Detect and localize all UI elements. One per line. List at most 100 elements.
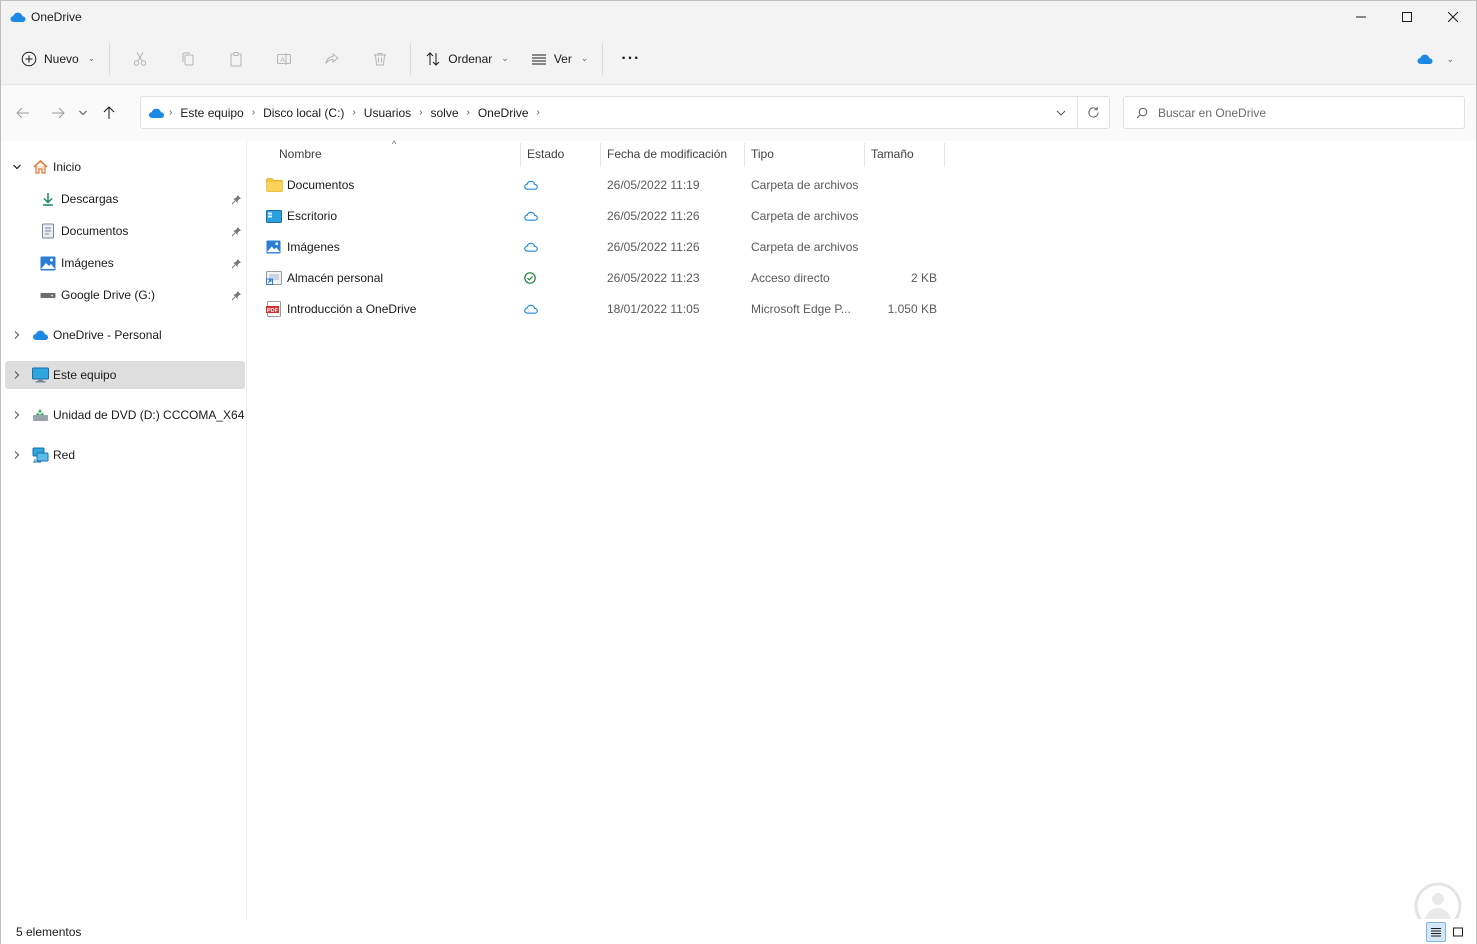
cloud-status-icon	[524, 201, 538, 231]
desktop-folder-icon	[266, 209, 284, 223]
address-history-button[interactable]	[1045, 97, 1077, 128]
file-modified: 26/05/2022 11:26	[607, 209, 700, 223]
breadcrumb-este-equipo[interactable]: Este equipo	[176, 106, 247, 120]
table-row[interactable]: Imágenes 26/05/2022 11:26 Carpeta de arc…	[260, 232, 950, 262]
breadcrumb-usuarios[interactable]: Usuarios	[360, 106, 415, 120]
chevron-down-icon[interactable]	[11, 161, 23, 173]
chevron-right-icon[interactable]	[11, 329, 23, 341]
chevron-right-icon[interactable]	[11, 409, 23, 421]
chevron-down-icon: ⌄	[87, 53, 96, 63]
minimize-button[interactable]	[1338, 1, 1384, 33]
sort-label: Ordenar	[448, 51, 493, 66]
column-divider[interactable]	[520, 143, 521, 167]
column-divider[interactable]	[864, 143, 865, 167]
large-icons-view-button[interactable]	[1448, 922, 1468, 942]
column-divider[interactable]	[744, 143, 745, 167]
view-button[interactable]: Ver ⌄	[523, 41, 597, 77]
document-icon	[39, 222, 57, 240]
column-header-name[interactable]: Nombre	[279, 141, 519, 167]
pin-icon[interactable]	[230, 289, 242, 301]
sidebar-item-label: Imágenes	[61, 256, 114, 270]
toolbar-separator	[410, 42, 412, 75]
maximize-icon	[1402, 12, 1412, 22]
copy-button[interactable]	[170, 41, 206, 77]
search-box[interactable]	[1123, 96, 1465, 129]
column-header-size[interactable]: Tamaño	[871, 141, 943, 167]
arrow-left-icon	[16, 107, 29, 119]
search-input[interactable]	[1158, 105, 1438, 120]
sidebar-item-este-equipo[interactable]: Este equipo	[5, 361, 245, 389]
table-row[interactable]: PDF Introducción a OneDrive 18/01/2022 1…	[260, 294, 950, 324]
file-name: Introducción a OneDrive	[287, 302, 417, 316]
breadcrumb-onedrive[interactable]: OneDrive	[474, 106, 533, 120]
sidebar-item-google-drive[interactable]: Google Drive (G:)	[5, 281, 245, 309]
sort-button[interactable]: Ordenar ⌄	[417, 41, 517, 77]
svg-text:PDF: PDF	[267, 308, 279, 314]
pdf-icon: PDF	[266, 301, 284, 317]
sidebar-item-descargas[interactable]: Descargas	[5, 185, 245, 213]
column-divider[interactable]	[944, 143, 945, 167]
breadcrumb-chevron-icon: ›	[536, 107, 540, 118]
pin-icon[interactable]	[230, 225, 242, 237]
synced-check-icon	[524, 263, 536, 293]
sidebar-item-documentos[interactable]: Documentos	[5, 217, 245, 245]
close-icon	[1448, 12, 1458, 22]
breadcrumb-chevron-icon: ›	[352, 107, 356, 118]
back-button[interactable]	[8, 98, 38, 128]
search-icon	[1136, 107, 1148, 119]
column-divider[interactable]	[600, 143, 601, 167]
arrow-up-icon	[103, 106, 115, 119]
cut-button[interactable]	[122, 41, 158, 77]
sidebar-item-label: Google Drive (G:)	[61, 288, 156, 302]
new-label: Nuevo	[44, 51, 79, 66]
close-button[interactable]	[1430, 1, 1476, 33]
onedrive-status-button[interactable]: ⌄	[1416, 33, 1454, 85]
table-row[interactable]: Almacén personal 26/05/2022 11:23 Acceso…	[260, 263, 950, 293]
more-options-button[interactable]: ···	[613, 41, 648, 77]
forward-button[interactable]	[43, 98, 73, 128]
chevron-right-icon[interactable]	[11, 369, 23, 381]
pin-icon[interactable]	[230, 257, 242, 269]
sidebar-item-inicio[interactable]: Inicio	[5, 153, 245, 181]
maximize-button[interactable]	[1384, 1, 1430, 33]
trash-icon	[374, 52, 387, 65]
table-row[interactable]: Escritorio 26/05/2022 11:26 Carpeta de a…	[260, 201, 950, 231]
file-type: Acceso directo	[751, 271, 830, 285]
up-button[interactable]	[94, 98, 124, 128]
dvd-drive-icon	[31, 406, 49, 424]
sidebar-item-label: Red	[53, 448, 76, 462]
refresh-button[interactable]	[1077, 97, 1109, 128]
sidebar-item-onedrive-personal[interactable]: OneDrive - Personal	[5, 321, 245, 349]
chevron-down-icon: ⌄	[1446, 53, 1454, 64]
sidebar-item-label: Este equipo	[53, 368, 117, 382]
sidebar-item-label: Inicio	[53, 160, 82, 174]
chevron-down-icon: ⌄	[501, 53, 509, 63]
sidebar-item-dvd-drive[interactable]: Unidad de DVD (D:) CCCOMA_X64FRE	[5, 401, 245, 429]
address-bar[interactable]: › Este equipo › Disco local (C:) › Usuar…	[140, 96, 1110, 129]
details-view-button[interactable]	[1426, 922, 1446, 942]
breadcrumb-chevron-icon: ›	[466, 107, 470, 118]
table-row[interactable]: Documentos 26/05/2022 11:19 Carpeta de a…	[260, 170, 950, 200]
column-header-modified[interactable]: Fecha de modificación	[607, 141, 743, 167]
recent-locations-button[interactable]	[73, 98, 93, 128]
list-view-icon	[531, 54, 546, 64]
download-arrow-icon	[39, 190, 57, 208]
scissors-icon	[134, 51, 147, 66]
breadcrumb-solve[interactable]: solve	[426, 106, 462, 120]
sidebar-item-label: Unidad de DVD (D:) CCCOMA_X64FRE	[53, 408, 245, 422]
pin-icon[interactable]	[230, 193, 242, 205]
delete-button[interactable]	[362, 41, 398, 77]
new-button[interactable]: Nuevo ⌄	[13, 41, 103, 77]
file-type: Carpeta de archivos	[751, 209, 859, 223]
column-header-type[interactable]: Tipo	[751, 141, 863, 167]
sidebar-item-imagenes[interactable]: Imágenes	[5, 249, 245, 277]
file-explorer-window: OneDrive Nuevo ⌄ A Ordenar ⌄ Ver ⌄ ··· ⌄…	[0, 0, 1477, 944]
breadcrumb-disco-local[interactable]: Disco local (C:)	[259, 106, 348, 120]
rename-button[interactable]: A	[266, 41, 302, 77]
share-button[interactable]	[314, 41, 350, 77]
paste-button[interactable]	[218, 41, 254, 77]
chevron-right-icon[interactable]	[11, 449, 23, 461]
column-header-status[interactable]: Estado	[527, 141, 599, 167]
sidebar-item-red[interactable]: Red	[5, 441, 245, 469]
window-title: OneDrive	[31, 10, 82, 24]
